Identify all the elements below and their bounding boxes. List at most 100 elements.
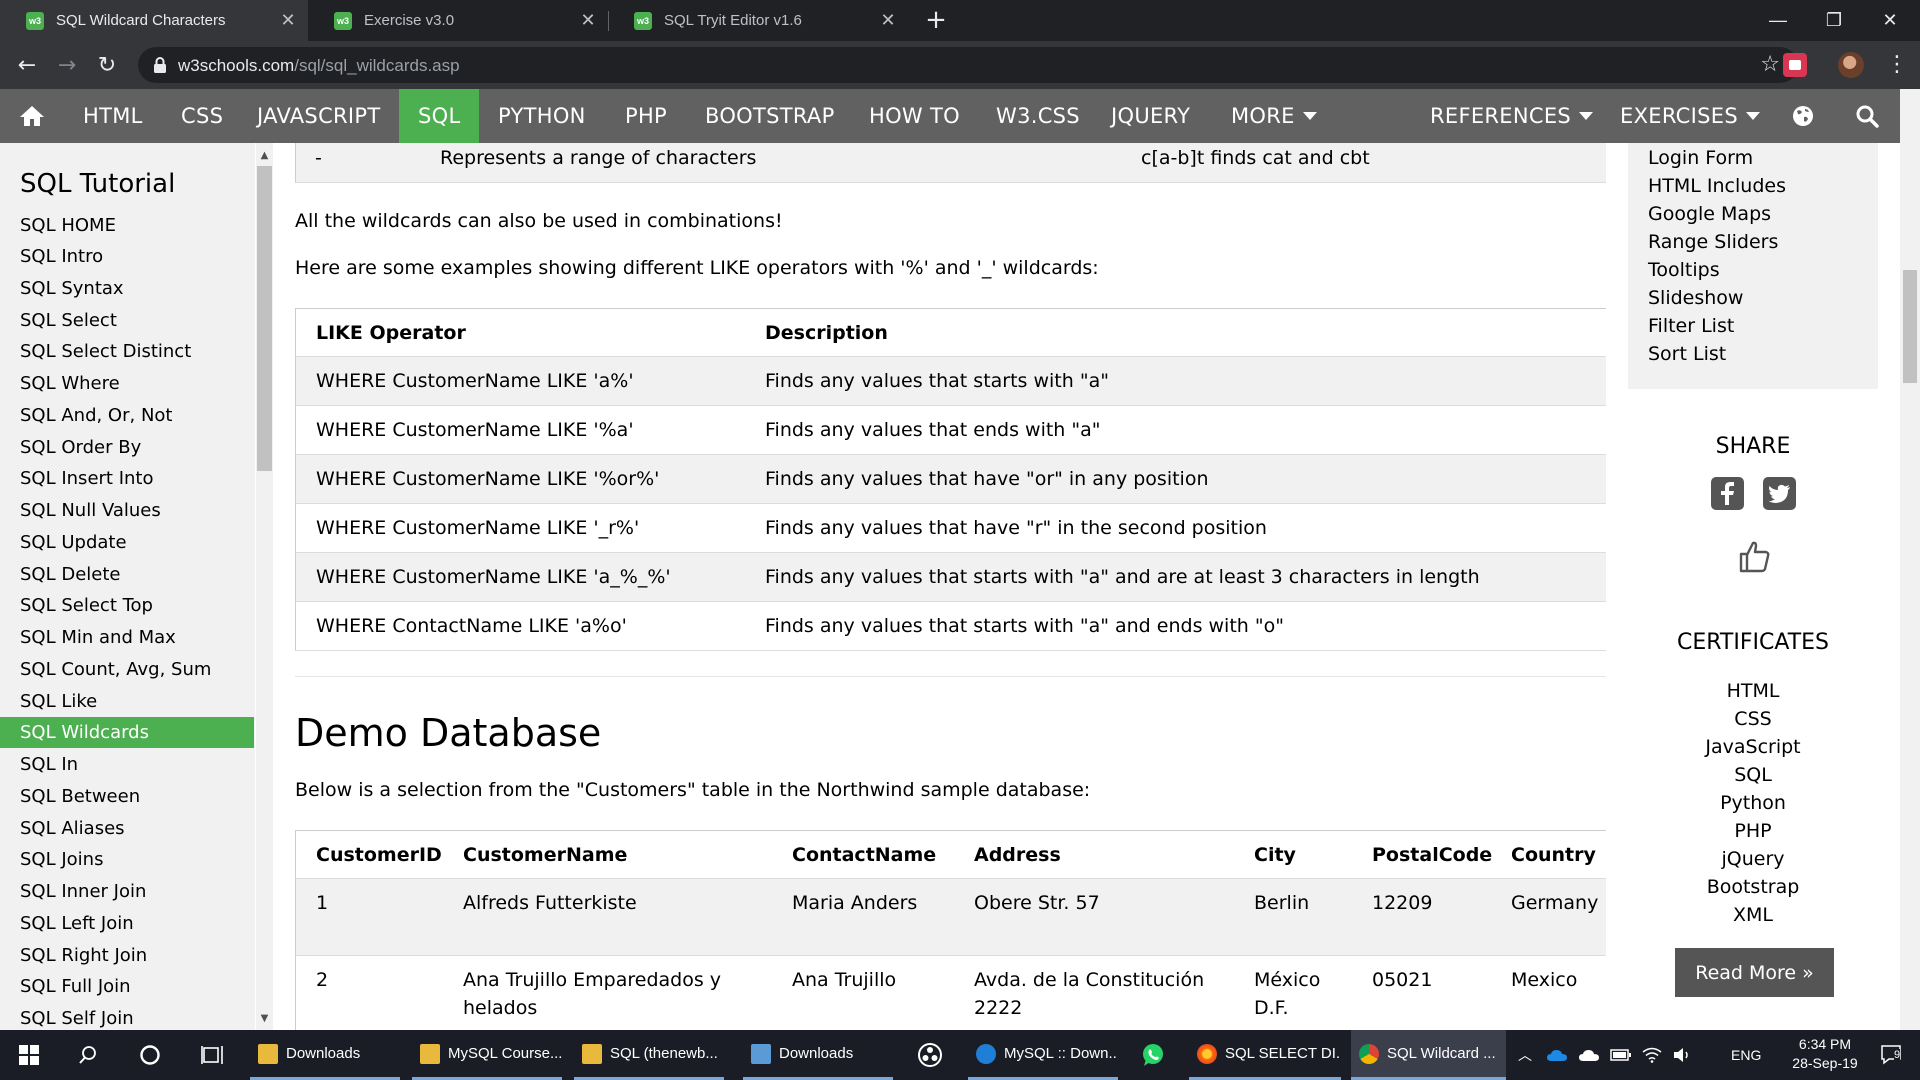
taskbar-app-mysql-course[interactable]: MySQL Course...: [412, 1030, 562, 1080]
sidebar-item-sql-null-values[interactable]: SQL Null Values: [0, 495, 254, 526]
battery-icon[interactable]: [1610, 1030, 1632, 1080]
close-tab-icon[interactable]: ✕: [876, 9, 900, 33]
certificate-link-sql[interactable]: SQL: [1606, 764, 1900, 786]
page-scrollbar[interactable]: [1900, 89, 1920, 1030]
notifications-button[interactable]: 9: [1872, 1030, 1912, 1080]
certificate-link-css[interactable]: CSS: [1606, 708, 1900, 730]
sidebar-item-sql-aliases[interactable]: SQL Aliases: [0, 813, 254, 844]
certificate-link-xml[interactable]: XML: [1606, 904, 1900, 926]
nav-more-dropdown[interactable]: MORE: [1212, 89, 1336, 143]
close-window-button[interactable]: ✕: [1862, 0, 1918, 41]
sidebar-item-sql-in[interactable]: SQL In: [0, 749, 254, 780]
page-scrollbar-thumb[interactable]: [1903, 270, 1917, 383]
sidebar-item-sql-select-top[interactable]: SQL Select Top: [0, 590, 254, 621]
sidebar-item-sql-intro[interactable]: SQL Intro: [0, 241, 254, 272]
taskbar-app-downloads[interactable]: Downloads: [250, 1030, 400, 1080]
sidebar-item-sql-update[interactable]: SQL Update: [0, 527, 254, 558]
nav-how-to[interactable]: HOW TO: [850, 89, 979, 143]
link-tooltips[interactable]: Tooltips: [1648, 259, 1720, 281]
nav-python[interactable]: PYTHON: [479, 89, 605, 143]
sidebar-item-sql-select-distinct[interactable]: SQL Select Distinct: [0, 336, 254, 367]
nav-w3css[interactable]: W3.CSS: [977, 89, 1099, 143]
read-more-button[interactable]: Read More »: [1675, 948, 1834, 997]
sidebar-item-sql-left-join[interactable]: SQL Left Join: [0, 908, 254, 939]
bookmark-star-icon[interactable]: ☆: [1760, 52, 1780, 77]
nav-html[interactable]: HTML: [64, 89, 162, 143]
link-login-form[interactable]: Login Form: [1648, 147, 1753, 169]
globe-icon[interactable]: [1778, 89, 1828, 143]
volume-icon[interactable]: [1672, 1030, 1694, 1080]
taskbar-app-downloads-2[interactable]: Downloads: [743, 1030, 893, 1080]
task-view-icon[interactable]: [186, 1030, 238, 1080]
wifi-icon[interactable]: [1642, 1030, 1664, 1080]
system-clock[interactable]: 6:34 PM 28-Sep-19: [1780, 1035, 1870, 1073]
certificate-link-jquery[interactable]: jQuery: [1606, 848, 1900, 870]
windows-start-icon[interactable]: [0, 1030, 58, 1080]
sidebar-item-sql-syntax[interactable]: SQL Syntax: [0, 273, 254, 304]
scroll-up-arrow-icon[interactable]: ▲: [256, 147, 273, 164]
new-tab-button[interactable]: +: [920, 4, 952, 36]
sidebar-item-sql-inner-join[interactable]: SQL Inner Join: [0, 876, 254, 907]
nav-references-dropdown[interactable]: REFERENCES: [1411, 89, 1612, 143]
link-html-includes[interactable]: HTML Includes: [1648, 175, 1786, 197]
browser-tab-sql-wildcards[interactable]: w3 SQL Wildcard Characters ✕: [0, 0, 308, 41]
pocket-extension-icon[interactable]: [1783, 53, 1807, 77]
taskbar-app-sql-folder[interactable]: SQL (thenewb...: [574, 1030, 724, 1080]
show-hidden-icons-chevron-icon[interactable]: ︿: [1518, 1030, 1532, 1080]
taskbar-app-firefox-sql-select[interactable]: SQL SELECT DI...: [1189, 1030, 1341, 1080]
sidebar-item-sql-self-join[interactable]: SQL Self Join: [0, 1003, 254, 1030]
nav-exercises-dropdown[interactable]: EXERCISES: [1601, 89, 1779, 143]
scroll-down-arrow-icon[interactable]: ▼: [256, 1010, 273, 1027]
onedrive-icon[interactable]: [1546, 1030, 1568, 1080]
link-slideshow[interactable]: Slideshow: [1648, 287, 1743, 309]
sidebar-item-sql-joins[interactable]: SQL Joins: [0, 844, 254, 875]
minimize-window-button[interactable]: —: [1750, 0, 1806, 41]
nav-css[interactable]: CSS: [162, 89, 242, 143]
sidebar-item-sql-where[interactable]: SQL Where: [0, 368, 254, 399]
link-range-sliders[interactable]: Range Sliders: [1648, 231, 1778, 253]
search-icon[interactable]: [1842, 89, 1892, 143]
cortana-icon[interactable]: [124, 1030, 176, 1080]
certificate-link-javascript[interactable]: JavaScript: [1606, 736, 1900, 758]
sidebar-item-sql-wildcards[interactable]: SQL Wildcards: [0, 717, 254, 748]
sidebar-item-sql-insert-into[interactable]: SQL Insert Into: [0, 463, 254, 494]
certificate-link-python[interactable]: Python: [1606, 792, 1900, 814]
nav-javascript[interactable]: JAVASCRIPT: [238, 89, 400, 143]
sidebar-scrollbar-thumb[interactable]: [257, 166, 272, 471]
link-google-maps[interactable]: Google Maps: [1648, 203, 1771, 225]
home-icon[interactable]: [0, 89, 64, 143]
reload-icon[interactable]: ↻: [92, 50, 122, 80]
restore-window-button[interactable]: ❐: [1806, 0, 1862, 41]
profile-avatar[interactable]: [1838, 52, 1864, 78]
thumbs-up-icon[interactable]: [1736, 538, 1772, 574]
link-sort-list[interactable]: Sort List: [1648, 343, 1726, 365]
nav-jquery[interactable]: JQUERY: [1092, 89, 1209, 143]
close-tab-icon[interactable]: ✕: [576, 9, 600, 33]
certificate-link-html[interactable]: HTML: [1606, 680, 1900, 702]
sidebar-item-sql-order-by[interactable]: SQL Order By: [0, 432, 254, 463]
browser-tab-exercise[interactable]: w3 Exercise v3.0 ✕: [308, 0, 608, 41]
sidebar-item-sql-delete[interactable]: SQL Delete: [0, 559, 254, 590]
nav-sql[interactable]: SQL: [399, 89, 480, 143]
whatsapp-icon[interactable]: [1128, 1030, 1178, 1080]
sidebar-item-sql-min-max[interactable]: SQL Min and Max: [0, 622, 254, 653]
sidebar-item-sql-right-join[interactable]: SQL Right Join: [0, 940, 254, 971]
forward-arrow-icon[interactable]: →: [52, 50, 82, 80]
sidebar-item-sql-between[interactable]: SQL Between: [0, 781, 254, 812]
sidebar-item-sql-full-join[interactable]: SQL Full Join: [0, 971, 254, 1002]
link-filter-list[interactable]: Filter List: [1648, 315, 1734, 337]
twitter-icon[interactable]: [1763, 477, 1796, 510]
cloud-icon[interactable]: [1578, 1030, 1600, 1080]
certificate-link-php[interactable]: PHP: [1606, 820, 1900, 842]
obs-icon[interactable]: [905, 1030, 955, 1080]
address-bar[interactable]: w3schools.com/sql/sql_wildcards.asp ☆: [138, 47, 1798, 83]
browser-tab-tryit-editor[interactable]: w3 SQL Tryit Editor v1.6 ✕: [608, 0, 908, 41]
taskbar-app-edge-mysql[interactable]: MySQL :: Down...: [968, 1030, 1118, 1080]
search-icon[interactable]: [62, 1030, 114, 1080]
sidebar-item-sql-like[interactable]: SQL Like: [0, 686, 254, 717]
close-tab-icon[interactable]: ✕: [276, 9, 300, 33]
certificate-link-bootstrap[interactable]: Bootstrap: [1606, 876, 1900, 898]
taskbar-app-chrome-sql-wildcard[interactable]: SQL Wildcard ...: [1351, 1030, 1506, 1080]
sidebar-item-sql-select[interactable]: SQL Select: [0, 305, 254, 336]
chrome-menu-icon[interactable]: ⋮: [1886, 52, 1908, 78]
